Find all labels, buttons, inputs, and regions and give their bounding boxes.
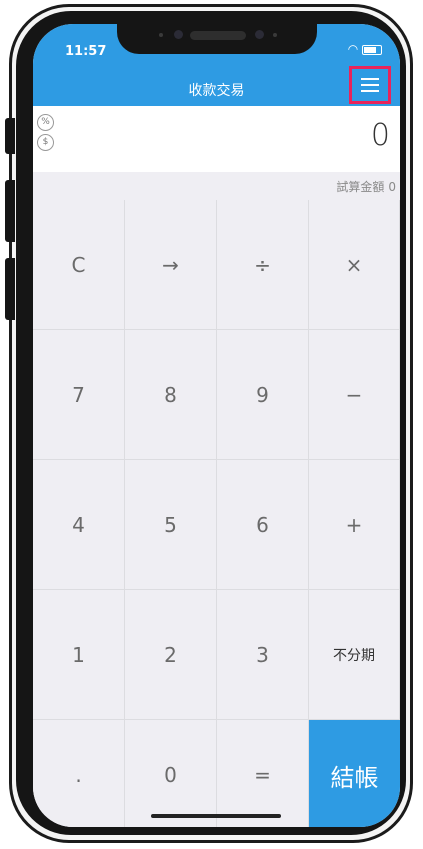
- menu-button[interactable]: [349, 66, 391, 104]
- digit-4-button[interactable]: 4: [33, 460, 125, 590]
- divide-button[interactable]: ÷: [217, 200, 309, 330]
- camera-icon: [174, 30, 183, 39]
- equals-button[interactable]: =: [217, 720, 309, 827]
- digit-2-button[interactable]: 2: [125, 590, 217, 720]
- speaker-grill: [190, 31, 246, 40]
- trial-amount-value: 0: [388, 180, 396, 194]
- phone-notch: [117, 24, 317, 54]
- arrow-button[interactable]: →: [125, 200, 217, 330]
- plus-button[interactable]: +: [309, 460, 400, 590]
- side-button: [5, 118, 15, 154]
- side-button: [5, 180, 15, 242]
- trial-amount: 試算金額 0: [332, 178, 396, 195]
- side-button: [5, 258, 15, 320]
- app-screen: 11:57 ◠ 收款交易 % $ 0 試算金額 0 C → ÷ × 7 8 9 …: [33, 24, 400, 827]
- amount-display: % $ 0: [33, 106, 400, 172]
- digit-8-button[interactable]: 8: [125, 330, 217, 460]
- multiply-button[interactable]: ×: [309, 200, 400, 330]
- hamburger-icon: [361, 78, 379, 92]
- digit-9-button[interactable]: 9: [217, 330, 309, 460]
- camera-icon: [255, 30, 264, 39]
- status-time: 11:57: [65, 44, 107, 59]
- percent-icon[interactable]: %: [37, 114, 54, 131]
- status-icons: ◠: [348, 42, 382, 56]
- digit-6-button[interactable]: 6: [217, 460, 309, 590]
- page-title: 收款交易: [188, 83, 245, 99]
- digit-5-button[interactable]: 5: [125, 460, 217, 590]
- minus-button[interactable]: −: [309, 330, 400, 460]
- amount-value: 0: [370, 118, 390, 153]
- digit-3-button[interactable]: 3: [217, 590, 309, 720]
- wifi-icon: ◠: [347, 42, 359, 56]
- no-installment-button[interactable]: 不分期: [309, 590, 400, 720]
- digit-1-button[interactable]: 1: [33, 590, 125, 720]
- trial-amount-label: 試算金額: [336, 180, 385, 194]
- checkout-button[interactable]: 結帳: [309, 720, 400, 827]
- home-indicator[interactable]: [151, 814, 281, 818]
- digit-7-button[interactable]: 7: [33, 330, 125, 460]
- battery-icon: [362, 44, 382, 55]
- dollar-icon[interactable]: $: [37, 134, 54, 151]
- digit-0-button[interactable]: 0: [125, 720, 217, 827]
- clear-button[interactable]: C: [33, 200, 125, 330]
- decimal-button[interactable]: .: [33, 720, 125, 827]
